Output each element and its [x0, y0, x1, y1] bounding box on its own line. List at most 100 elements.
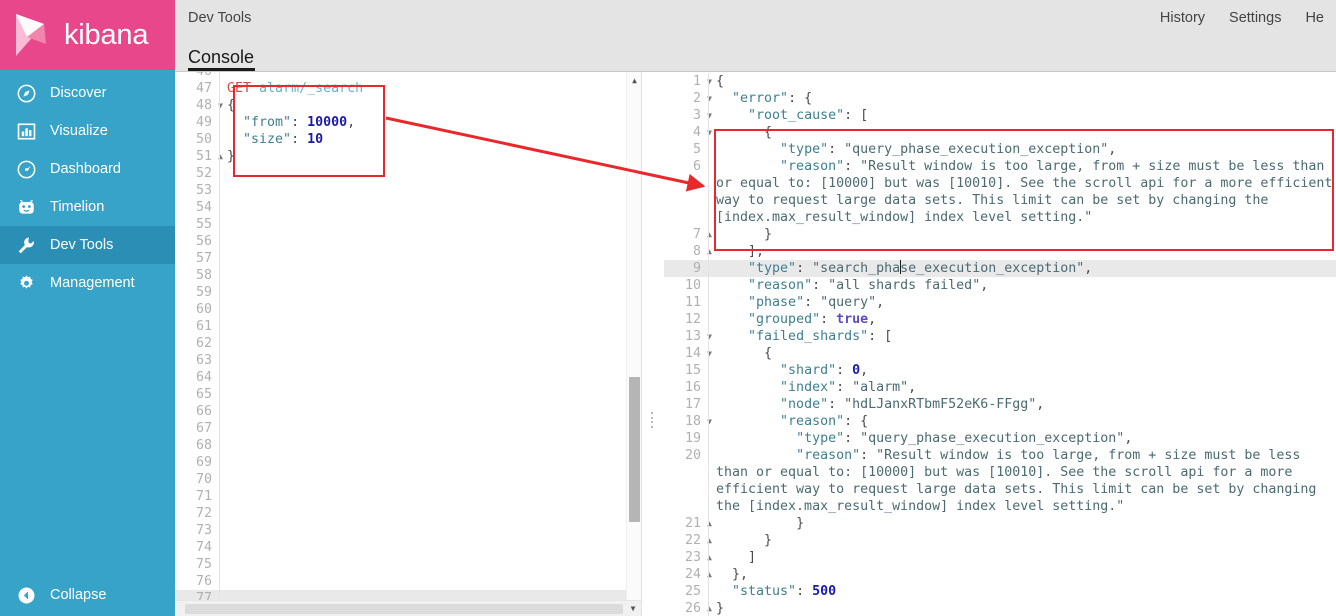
code-line[interactable]: 26 ▲} [664, 600, 1336, 616]
code-token: : [844, 431, 861, 446]
code-line[interactable]: 73 [175, 522, 641, 539]
code-line[interactable]: 56 [175, 233, 641, 250]
code-line[interactable]: 4 ▼ { [664, 124, 1336, 141]
line-number: 62 [195, 336, 212, 351]
code-line[interactable]: 60 [175, 301, 641, 318]
sidebar-item-label: Visualize [50, 123, 108, 139]
code-token: } [716, 601, 725, 616]
code-line[interactable]: 76 [175, 573, 641, 590]
code-line[interactable]: 68 [175, 437, 641, 454]
code-line[interactable]: 58 [175, 267, 641, 284]
kibana-app-window: kibana Discover Visualize Dashboard Time… [0, 0, 1336, 616]
code-line[interactable]: 51 ▲} [175, 148, 641, 165]
code-line[interactable]: 9 "type": "search_phase_execution_except… [664, 260, 1336, 277]
sidebar-item-timelion[interactable]: Timelion [0, 188, 175, 226]
code-line[interactable]: 16 "index": "alarm", [664, 379, 1336, 396]
scrollbar-thumb[interactable] [185, 604, 623, 614]
sidebar-item-dev-tools[interactable]: Dev Tools [0, 226, 175, 264]
gutter-divider [215, 165, 227, 182]
kibana-brand-home-link[interactable]: kibana [0, 0, 175, 70]
code-token: "query_phase_execution_exception" [860, 431, 1125, 446]
editor-splitter-handle[interactable] [642, 72, 664, 616]
code-line[interactable]: 2 ▼ "error": { [664, 90, 1336, 107]
gutter-divider [215, 80, 227, 97]
sidebar-item-visualize[interactable]: Visualize [0, 112, 175, 150]
header-link-history[interactable]: History [1148, 10, 1217, 26]
code-line[interactable]: 25 "status": 500 [664, 583, 1336, 600]
code-line[interactable]: 57 [175, 250, 641, 267]
response-editor[interactable]: 1 ▼{2 ▼ "error": {3 ▼ "root_cause": [4 ▼ {5 … [664, 72, 1336, 616]
header-link-help[interactable]: He [1293, 10, 1336, 26]
code-line[interactable]: 22 ▲ } [664, 532, 1336, 549]
code-line[interactable]: 14 ▼ { [664, 345, 1336, 362]
code-line[interactable]: 62 [175, 335, 641, 352]
line-number: 15 [684, 363, 701, 378]
sidebar-item-discover[interactable]: Discover [0, 74, 175, 112]
code-line[interactable]: 52 [175, 165, 641, 182]
code-line[interactable]: 55 [175, 216, 641, 233]
gutter-divider [215, 182, 227, 199]
code-line[interactable]: 61 [175, 318, 641, 335]
tab-console[interactable]: Console [175, 48, 264, 71]
code-line[interactable]: 3 ▼ "root_cause": [ [664, 107, 1336, 124]
code-line[interactable]: 64 [175, 369, 641, 386]
code-line[interactable]: 65 [175, 386, 641, 403]
code-line[interactable]: 23 ▲ ] [664, 549, 1336, 566]
code-line[interactable]: 24 ▲ }, [664, 566, 1336, 583]
header-link-settings[interactable]: Settings [1217, 10, 1293, 26]
line-number: 61 [195, 319, 212, 334]
code-line[interactable]: 5 "type": "query_phase_execution_excepti… [664, 141, 1336, 158]
code-line[interactable]: 49 "from": 10000, [175, 114, 641, 131]
request-editor-horizontal-scrollbar[interactable]: ▼ [175, 600, 641, 616]
code-text: } [716, 226, 1336, 243]
code-line[interactable]: 11 "phase": "query", [664, 294, 1336, 311]
code-line[interactable]: 48 ▼ { [175, 97, 641, 114]
code-line[interactable]: 6 "reason": "Result window is too large,… [664, 158, 1336, 226]
code-line[interactable]: 74 [175, 539, 641, 556]
sidebar-item-management[interactable]: Management [0, 264, 175, 302]
scroll-down-icon[interactable]: ▼ [626, 601, 640, 616]
code-line[interactable]: 20 "reason": "Result window is too large… [664, 447, 1336, 515]
scrollbar-thumb[interactable] [629, 377, 640, 522]
code-line[interactable]: 7 ▲ } [664, 226, 1336, 243]
code-text: "node": "hdLJanxRTbmF52eK6-FFgg", [716, 396, 1336, 413]
request-editor-vertical-scrollbar[interactable]: ▲ ▼ [626, 72, 641, 616]
code-line[interactable]: 21 ▲ } [664, 515, 1336, 532]
code-line[interactable]: 71 [175, 488, 641, 505]
code-line[interactable]: 53 [175, 182, 641, 199]
scroll-up-icon[interactable]: ▲ [627, 72, 641, 88]
code-line[interactable]: 63 [175, 352, 641, 369]
code-line[interactable]: 18 ▼ "reason": { [664, 413, 1336, 430]
code-line[interactable]: 70 [175, 471, 641, 488]
code-line[interactable]: 72 [175, 505, 641, 522]
code-line[interactable]: 75 [175, 556, 641, 573]
code-line[interactable]: 59 [175, 284, 641, 301]
code-line[interactable]: 19 "type": "query_phase_execution_except… [664, 430, 1336, 447]
request-editor[interactable]: 46 47 GET alarm/_search 48▼ {49 "from": 100… [175, 72, 642, 616]
code-line[interactable]: 67 [175, 420, 641, 437]
code-line[interactable]: 47 GET alarm/_search [175, 80, 641, 97]
line-number: 4 ▼ [692, 125, 712, 140]
code-line[interactable]: 66 [175, 403, 641, 420]
code-line[interactable]: 10 "reason": "all shards failed", [664, 277, 1336, 294]
code-text: "type": "query_phase_execution_exception… [716, 430, 1336, 447]
gutter-divider [704, 73, 716, 90]
code-token: "size" [227, 132, 292, 147]
code-line[interactable]: 46 [175, 72, 641, 80]
collapse-sidebar-button[interactable]: Collapse [0, 574, 175, 616]
sidebar-item-dashboard[interactable]: Dashboard [0, 150, 175, 188]
code-line[interactable]: 15 "shard": 0, [664, 362, 1336, 379]
sidebar-item-label: Discover [50, 85, 107, 101]
code-line[interactable]: 69 [175, 454, 641, 471]
code-line[interactable]: 8 ▲ ], [664, 243, 1336, 260]
code-line[interactable]: 54 [175, 199, 641, 216]
code-line[interactable]: 12 "grouped": true, [664, 311, 1336, 328]
code-line[interactable]: 13 ▼ "failed_shards": [ [664, 328, 1336, 345]
code-line[interactable]: 1 ▼ { [664, 73, 1336, 90]
gutter-divider [704, 430, 716, 447]
code-line[interactable]: 50 "size": 10 [175, 131, 641, 148]
code-line[interactable]: 17 "node": "hdLJanxRTbmF52eK6-FFgg", [664, 396, 1336, 413]
